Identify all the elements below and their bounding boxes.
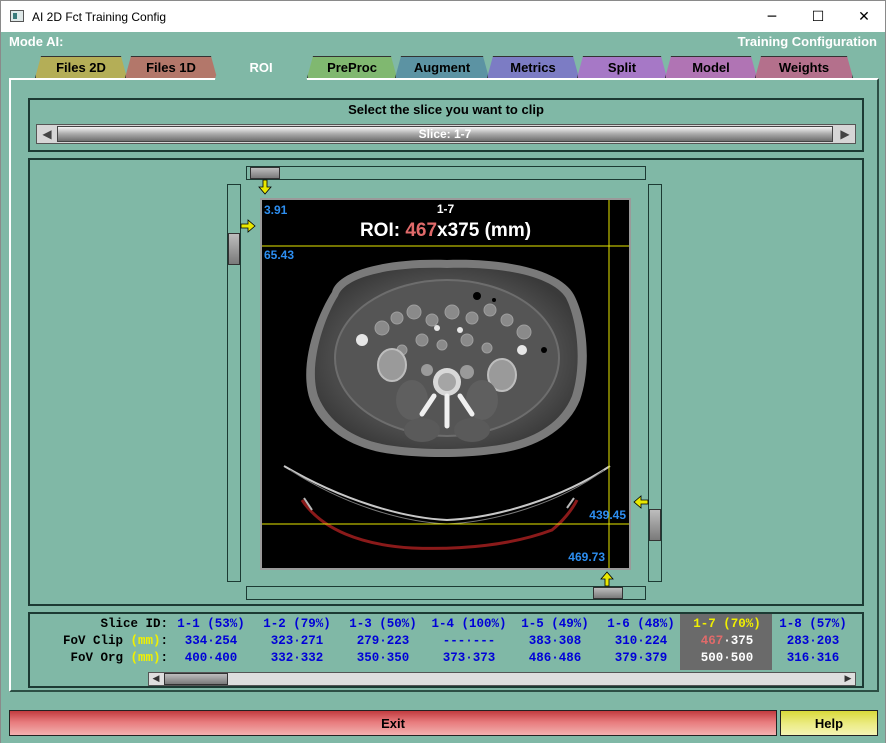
fov-clip-header: FoV Clip (mm): (62, 634, 168, 648)
roi-width: 467 (405, 220, 438, 241)
help-button[interactable]: Help (780, 710, 878, 736)
roi-prefix: ROI: (359, 220, 401, 241)
table-cell-id[interactable]: 1-2 (79%) (252, 617, 342, 631)
table-cell-clip: 283·203 (786, 634, 840, 648)
fov-org-header: FoV Org (mm): (70, 651, 168, 665)
tab-preproc[interactable]: PreProc (307, 56, 397, 78)
bottom-pointer-icon (600, 571, 614, 587)
top-pointer-icon (258, 179, 272, 195)
table-cell-id[interactable]: 1-1 (53%) (166, 617, 256, 631)
table-cell-org: 332·332 (270, 651, 324, 665)
table-cell-clip: 383·308 (528, 634, 582, 648)
hscroll-left-arrow-icon[interactable]: ◀ (149, 673, 163, 685)
roi-x: x (437, 220, 448, 241)
app-icon (10, 10, 24, 22)
table-cell-clip: 323·271 (270, 634, 324, 648)
left-clip-value: 65.43 (264, 248, 295, 262)
table-cell-org: 316·316 (786, 651, 840, 665)
selected-clip-width: 467 (700, 634, 724, 648)
table-cell-id[interactable]: 1-4 (100%) (424, 617, 514, 631)
window-title: AI 2D Fct Training Config (32, 10, 167, 24)
table-hscroll[interactable]: ◀ ▶ (148, 672, 856, 686)
top-clip-value: 3.91 (264, 203, 288, 217)
viewer-slice-id: 1-7 (436, 202, 455, 216)
right-pointer-icon (633, 495, 649, 509)
selected-clip-height: ·375 (723, 634, 754, 648)
ct-slice-view[interactable]: 1-7 ROI: 467x375 (mm) 3.91 65.43 439.45 … (260, 198, 631, 570)
slice-prompt: Select the slice you want to clip (348, 102, 544, 117)
tab-split[interactable]: Split (577, 56, 667, 78)
slice-selector-box: Select the slice you want to clip ◀ Slic… (28, 98, 864, 152)
slider-right-arrow-icon[interactable]: ▶ (836, 126, 854, 142)
ct-scan-image (262, 200, 629, 568)
hscroll-right-arrow-icon[interactable]: ▶ (841, 673, 855, 685)
left-pointer-icon (240, 219, 256, 233)
table-cell-id[interactable]: 1-5 (49%) (510, 617, 600, 631)
tab-augment[interactable]: Augment (395, 56, 489, 78)
slice-label: Slice: 1-7 (418, 127, 472, 141)
table-cell-org: 350·350 (356, 651, 410, 665)
table-cell-clip: 310·224 (614, 634, 668, 648)
right-clip-value: 439.45 (589, 508, 626, 522)
table-cell-id[interactable]: 1-6 (48%) (596, 617, 686, 631)
table-cell-clip: 467·375 (682, 634, 772, 648)
tab-model[interactable]: Model (665, 56, 757, 78)
table-cell-org: 379·379 (614, 651, 668, 665)
image-box: 1-7 ROI: 467x375 (mm) 3.91 65.43 439.45 … (28, 158, 864, 606)
slice-id-header: Slice ID: (100, 617, 168, 631)
title-bar: AI 2D Fct Training Config ─ ☐ ✕ (0, 0, 886, 32)
slice-table: Slice ID: FoV Clip (mm): FoV Org (mm): 1… (28, 612, 864, 688)
table-cell-id[interactable]: 1-8 (57%) (768, 617, 858, 631)
hscroll-thumb[interactable] (164, 673, 228, 685)
slider-track[interactable]: Slice: 1-7 (57, 126, 833, 142)
table-cell-clip: ---·--- (442, 634, 496, 648)
mode-label: Mode AI: (9, 34, 64, 49)
table-cell-clip: 279·223 (356, 634, 410, 648)
close-button[interactable]: ✕ (841, 1, 886, 32)
table-cell-org: 486·486 (528, 651, 582, 665)
tab-files-2d[interactable]: Files 2D (35, 56, 127, 78)
roi-panel: Select the slice you want to clip ◀ Slic… (9, 78, 879, 692)
table-cell-org: 400·400 (184, 651, 238, 665)
table-cell-id[interactable]: 1-7 (70%) (682, 617, 772, 631)
table-cell-clip: 334·254 (184, 634, 238, 648)
exit-button[interactable]: Exit (9, 710, 777, 736)
roi-height: 375 (447, 220, 480, 241)
slice-slider[interactable]: ◀ Slice: 1-7 ▶ (36, 124, 856, 144)
tab-files-1d[interactable]: Files 1D (125, 56, 217, 78)
maximize-button[interactable]: ☐ (795, 1, 841, 32)
roi-dimensions: ROI: 467x375 (mm) (262, 220, 629, 242)
tab-metrics[interactable]: Metrics (487, 56, 579, 78)
roi-unit: (mm) (484, 220, 532, 241)
tab-roi[interactable]: ROI (215, 54, 307, 80)
config-label: Training Configuration (737, 34, 877, 49)
bottom-clip-value: 469.73 (568, 550, 605, 564)
table-cell-id[interactable]: 1-3 (50%) (338, 617, 428, 631)
slider-left-arrow-icon[interactable]: ◀ (38, 126, 56, 142)
table-cell-org: 500·500 (700, 651, 754, 665)
app-area: Mode AI: Training Configuration Files 2D… (0, 32, 886, 743)
minimize-button[interactable]: ─ (749, 1, 795, 32)
tab-weights[interactable]: Weights (755, 56, 853, 78)
table-cell-org: 373·373 (442, 651, 496, 665)
